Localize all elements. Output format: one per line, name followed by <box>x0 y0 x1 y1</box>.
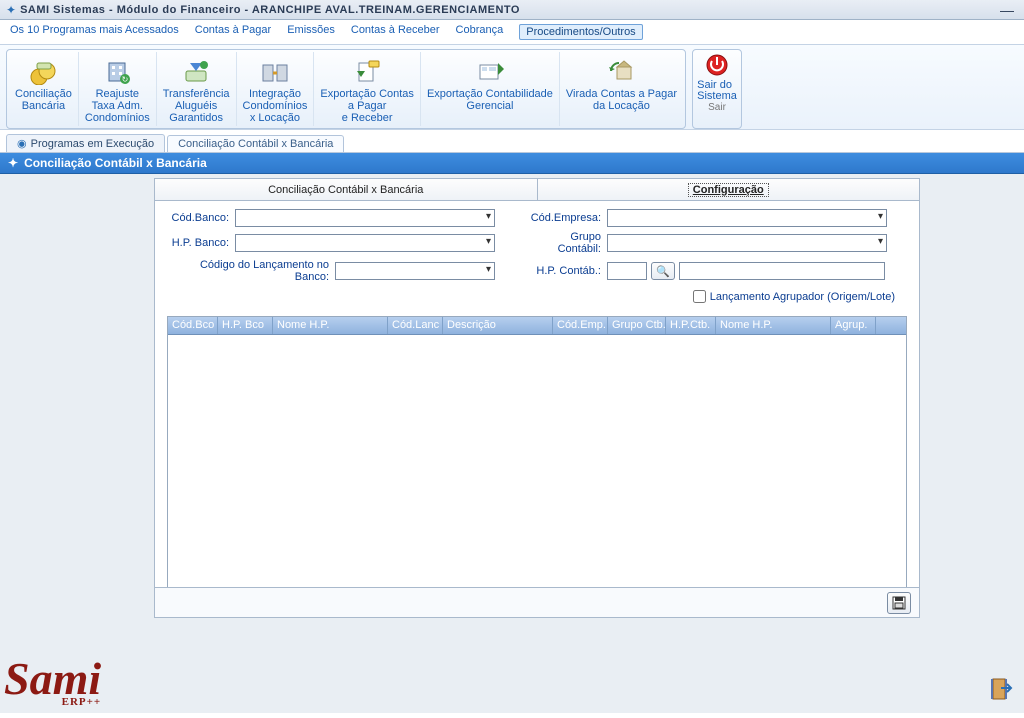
grid-config[interactable]: Cód.Bco H.P. Bco Nome H.P. Cód.Lanc Desc… <box>167 316 907 606</box>
svg-text:↻: ↻ <box>122 75 129 84</box>
col-spacer <box>876 317 906 334</box>
panel-tab-conciliacao[interactable]: Conciliação Contábil x Bancária <box>155 179 538 200</box>
tool-exportacao-contas[interactable]: Exportação Contas a Pagar e Receber <box>313 52 420 126</box>
building-link-icon <box>259 54 291 88</box>
workspace: Conciliação Contábil x Bancária Configur… <box>0 174 1024 713</box>
toolbar: Conciliação Bancária ↻ Reajuste Taxa Adm… <box>0 45 1024 130</box>
label-hp-contab: H.P. Contáb.: <box>525 265 607 277</box>
combo-cod-lanc[interactable] <box>335 262 495 280</box>
doc-tab-label: Conciliação Contábil x Bancária <box>178 138 333 150</box>
logo: Sami ERP++ <box>4 659 101 707</box>
tool-label: Reajuste Taxa Adm. Condomínios <box>85 88 150 124</box>
tool-integracao-condominios[interactable]: Integração Condomínios x Locação <box>236 52 314 126</box>
menu-emissoes[interactable]: Emissões <box>287 24 335 40</box>
document-tabs: ◉ Programas em Execução Conciliação Contá… <box>0 130 1024 153</box>
input-hp-contab[interactable] <box>607 262 647 280</box>
tool-label: Conciliação Bancária <box>15 88 72 112</box>
coins-icon <box>27 54 59 88</box>
menu-contas-pagar[interactable]: Contas à Pagar <box>195 24 271 40</box>
config-panel: Conciliação Contábil x Bancária Configur… <box>154 178 920 618</box>
menubar: Os 10 Programas mais Acessados Contas à … <box>0 20 1024 45</box>
save-button[interactable] <box>887 592 911 614</box>
col-cod-bco[interactable]: Cód.Bco <box>168 317 218 334</box>
menu-top10[interactable]: Os 10 Programas mais Acessados <box>10 24 179 40</box>
panel-tab-label: Configuração <box>688 183 769 197</box>
label-hp-banco: H.P. Banco: <box>167 237 235 249</box>
label-cod-banco: Cód.Banco: <box>167 212 235 224</box>
combo-grupo-contabil[interactable] <box>607 234 887 252</box>
building-refresh-icon: ↻ <box>101 54 133 88</box>
panel-bottom-bar <box>155 587 919 617</box>
menu-procedimentos[interactable]: Procedimentos/Outros <box>519 24 642 40</box>
tool-caption: Sair <box>708 102 726 113</box>
doc-tab-label: Programas em Execução <box>31 138 155 150</box>
subheader-title: Conciliação Contábil x Bancária <box>24 156 207 170</box>
subheader: ✦ Conciliação Contábil x Bancária <box>0 153 1024 174</box>
tool-exportacao-contabilidade[interactable]: Exportação Contabilidade Gerencial <box>420 52 559 126</box>
input-hp-contab-desc[interactable] <box>679 262 885 280</box>
app-icon: ✦ <box>6 3 16 17</box>
combo-cod-empresa[interactable] <box>607 209 887 227</box>
col-hp-ctb[interactable]: H.P.Ctb. <box>666 317 716 334</box>
tool-label: Transferência Aluguéis Garantidos <box>163 88 230 124</box>
export-invoice-icon <box>351 54 383 88</box>
checkbox-agrupador[interactable] <box>693 290 706 303</box>
titlebar: ✦ SAMI Sistemas - Módulo do Financeiro -… <box>0 0 1024 20</box>
tool-reajuste-taxa[interactable]: ↻ Reajuste Taxa Adm. Condomínios <box>78 52 156 126</box>
transfer-icon <box>180 54 212 88</box>
form-area: Cód.Banco: Cód.Empresa: H.P. Banco: Grup… <box>155 201 919 314</box>
label-grupo-contabil: Grupo Contábil: <box>525 231 607 255</box>
turnover-icon <box>605 54 637 88</box>
floppy-icon <box>892 596 906 610</box>
tool-label: Virada Contas a Pagar da Locação <box>566 88 677 112</box>
panel-tab-configuracao[interactable]: Configuração <box>538 179 920 200</box>
tool-sair-sistema[interactable]: Sair do Sistema Sair <box>692 49 742 129</box>
tool-virada-contas[interactable]: Virada Contas a Pagar da Locação <box>559 52 683 126</box>
col-descricao[interactable]: Descrição <box>443 317 553 334</box>
panel-tab-label: Conciliação Contábil x Bancária <box>268 184 423 196</box>
tool-label: Exportação Contas a Pagar e Receber <box>320 88 414 124</box>
export-accounting-icon <box>474 54 506 88</box>
search-icon: 🔍 <box>656 265 670 278</box>
label-cod-lanc: Código do Lançamento no Banco: <box>167 259 335 283</box>
window-title: SAMI Sistemas - Módulo do Financeiro - A… <box>20 4 520 16</box>
tool-label: Sair do Sistema <box>697 80 737 102</box>
panel-tabs: Conciliação Contábil x Bancária Configur… <box>155 179 919 201</box>
col-nome-hp-1[interactable]: Nome H.P. <box>273 317 388 334</box>
tool-label: Exportação Contabilidade Gerencial <box>427 88 553 112</box>
search-hp-contab-button[interactable]: 🔍 <box>651 262 675 280</box>
combo-cod-banco[interactable] <box>235 209 495 227</box>
power-icon <box>704 52 730 80</box>
minimize-button[interactable]: — <box>996 2 1018 18</box>
tool-conciliacao-bancaria[interactable]: Conciliação Bancária <box>9 52 78 126</box>
col-nome-hp-2[interactable]: Nome H.P. <box>716 317 831 334</box>
col-grupo-ctb[interactable]: Grupo Ctb. <box>608 317 666 334</box>
exit-door-button[interactable] <box>986 675 1014 703</box>
menu-cobranca[interactable]: Cobrança <box>456 24 504 40</box>
label-cod-empresa: Cód.Empresa: <box>525 212 607 224</box>
combo-hp-banco[interactable] <box>235 234 495 252</box>
door-exit-icon <box>987 676 1013 702</box>
doc-tab-conciliacao[interactable]: Conciliação Contábil x Bancária <box>167 135 344 152</box>
col-agrup[interactable]: Agrup. <box>831 317 876 334</box>
pin-icon: ◉ <box>17 138 27 150</box>
doc-tab-programas[interactable]: ◉ Programas em Execução <box>6 134 165 152</box>
menu-contas-receber[interactable]: Contas à Receber <box>351 24 440 40</box>
label-agrupador: Lançamento Agrupador (Origem/Lote) <box>710 291 895 303</box>
tool-label: Integração Condomínios x Locação <box>243 88 308 124</box>
col-cod-lanc[interactable]: Cód.Lanc <box>388 317 443 334</box>
col-cod-emp[interactable]: Cód.Emp. <box>553 317 608 334</box>
col-hp-bco[interactable]: H.P. Bco <box>218 317 273 334</box>
lens-icon: ✦ <box>8 156 18 170</box>
tool-transferencia-alugueis[interactable]: Transferência Aluguéis Garantidos <box>156 52 236 126</box>
grid-header: Cód.Bco H.P. Bco Nome H.P. Cód.Lanc Desc… <box>168 317 906 335</box>
toolbar-group-main: Conciliação Bancária ↻ Reajuste Taxa Adm… <box>6 49 686 129</box>
